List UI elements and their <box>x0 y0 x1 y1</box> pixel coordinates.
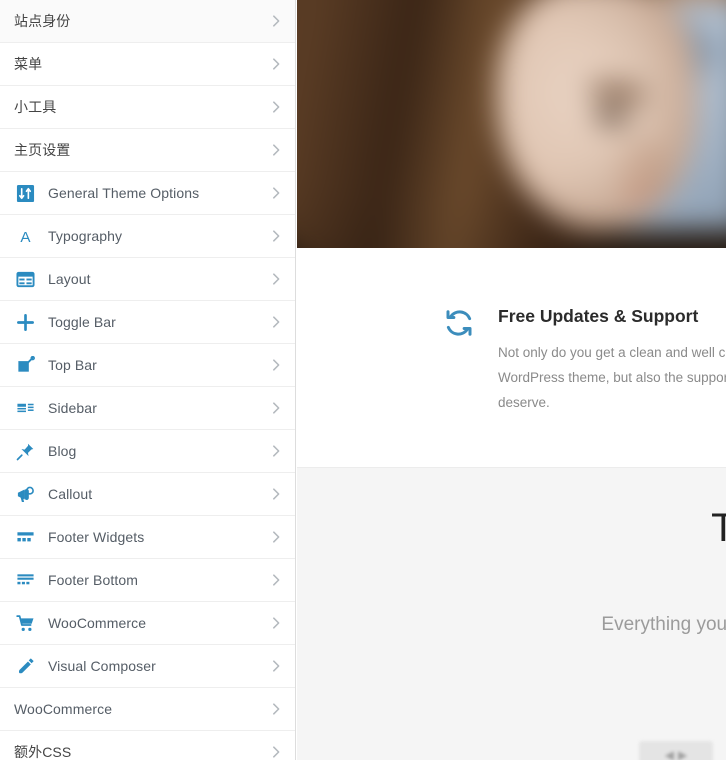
chevron-right-icon[interactable] <box>269 487 283 501</box>
plus-icon <box>14 311 36 333</box>
sidebar-item-label: Footer Widgets <box>48 529 145 545</box>
sidebar-icon <box>14 397 36 419</box>
megaphone-icon <box>14 483 36 505</box>
chevron-right-icon[interactable] <box>269 573 283 587</box>
svg-text:A: A <box>20 229 31 246</box>
carousel-prev-icon[interactable]: ◀ <box>665 749 674 760</box>
sliders-icon <box>14 182 36 204</box>
customizer-screen: 站点身份菜单小工具主页设置 General Theme Options A Typog… <box>0 0 726 760</box>
sidebar-item-woocommerce[interactable]: WooCommerce <box>0 688 295 731</box>
sidebar-item-layout[interactable]: Layout <box>0 258 295 301</box>
layout-grid-icon <box>14 268 36 290</box>
chevron-right-icon[interactable] <box>269 229 283 243</box>
hero-image <box>297 0 726 248</box>
chevron-right-icon[interactable] <box>269 186 283 200</box>
hero-photo <box>297 0 726 248</box>
chevron-right-icon[interactable] <box>269 702 283 716</box>
carousel-nav[interactable]: ◀ ▶ <box>639 741 713 760</box>
paintbrush-icon <box>14 655 36 677</box>
chevron-right-icon[interactable] <box>269 100 283 114</box>
footer-widgets-icon <box>14 526 36 548</box>
sidebar-item-label: General Theme Options <box>48 185 200 201</box>
chevron-right-icon[interactable] <box>269 401 283 415</box>
sidebar-item-label: Blog <box>48 443 77 459</box>
feature-block: Free Updates & Support Not only do you g… <box>297 248 726 467</box>
chevron-right-icon[interactable] <box>269 444 283 458</box>
sidebar-item-callout[interactable]: Callout <box>0 473 295 516</box>
chevron-right-icon[interactable] <box>269 358 283 372</box>
pushpin-icon <box>14 440 36 462</box>
chevron-right-icon[interactable] <box>269 616 283 630</box>
feature-title: Free Updates & Support <box>498 306 699 326</box>
sidebar-item-[interactable]: 小工具 <box>0 86 295 129</box>
sidebar-item-label: WooCommerce <box>48 615 147 631</box>
sidebar-item-label: Layout <box>48 271 91 287</box>
theme-preview-pane[interactable]: Free Updates & Support Not only do you g… <box>297 0 726 760</box>
pencil-square-icon <box>14 354 36 376</box>
sidebar-item-label: Visual Composer <box>48 658 156 674</box>
sidebar-item-[interactable]: 菜单 <box>0 43 295 86</box>
sidebar-item-label: Footer Bottom <box>48 572 139 588</box>
sidebar-item-label: Typography <box>48 228 123 244</box>
chevron-right-icon[interactable] <box>269 659 283 673</box>
sidebar-item-typography[interactable]: A Typography <box>0 215 295 258</box>
sidebar-item-visual-composer[interactable]: Visual Composer <box>0 645 295 688</box>
sidebar-item-toggle-bar[interactable]: Toggle Bar <box>0 301 295 344</box>
sidebar-item-footer-bottom[interactable]: Footer Bottom <box>0 559 295 602</box>
chevron-right-icon[interactable] <box>269 14 283 28</box>
sidebar-item-label: 站点身份 <box>14 13 71 29</box>
sidebar-item-label: 主页设置 <box>14 142 71 158</box>
sidebar-item-[interactable]: 站点身份 <box>0 0 295 43</box>
sidebar-item-general-theme-options[interactable]: General Theme Options <box>0 172 295 215</box>
photo-vignette <box>297 0 726 248</box>
sidebar-item-css[interactable]: 额外CSS <box>0 731 295 760</box>
chevron-right-icon[interactable] <box>269 272 283 286</box>
lower-panel: T Total is ou Everything you would expec <box>297 467 726 760</box>
panel-subtext-line-2: Everything you would expec <box>601 614 726 635</box>
sidebar-item-[interactable]: 主页设置 <box>0 129 295 172</box>
sidebar-item-woocommerce[interactable]: WooCommerce <box>0 602 295 645</box>
chevron-right-icon[interactable] <box>269 530 283 544</box>
sidebar-item-label: Toggle Bar <box>48 314 116 330</box>
sidebar-item-blog[interactable]: Blog <box>0 430 295 473</box>
footer-bottom-icon <box>14 569 36 591</box>
sidebar-item-top-bar[interactable]: Top Bar <box>0 344 295 387</box>
letter-a-icon: A <box>14 225 36 247</box>
sidebar-item-label: Sidebar <box>48 400 97 416</box>
chevron-right-icon[interactable] <box>269 57 283 71</box>
sidebar-item-label: Callout <box>48 486 93 502</box>
panel-heading: T <box>711 506 726 551</box>
sidebar-item-label: Top Bar <box>48 357 97 373</box>
feature-description: Not only do you get a clean and well cod… <box>498 345 726 410</box>
sidebar-item-footer-widgets[interactable]: Footer Widgets <box>0 516 295 559</box>
customizer-sidebar[interactable]: 站点身份菜单小工具主页设置 General Theme Options A Typog… <box>0 0 296 760</box>
shopping-cart-icon <box>14 612 36 634</box>
refresh-sync-icon <box>444 308 474 338</box>
chevron-right-icon[interactable] <box>269 315 283 329</box>
chevron-right-icon[interactable] <box>269 745 283 759</box>
sidebar-item-label: 菜单 <box>14 56 43 72</box>
sidebar-item-label: 小工具 <box>14 99 57 115</box>
sidebar-item-sidebar[interactable]: Sidebar <box>0 387 295 430</box>
chevron-right-icon[interactable] <box>269 143 283 157</box>
carousel-next-icon[interactable]: ▶ <box>678 749 687 760</box>
sidebar-item-label: 额外CSS <box>14 744 72 760</box>
sidebar-item-label: WooCommerce <box>14 701 113 717</box>
